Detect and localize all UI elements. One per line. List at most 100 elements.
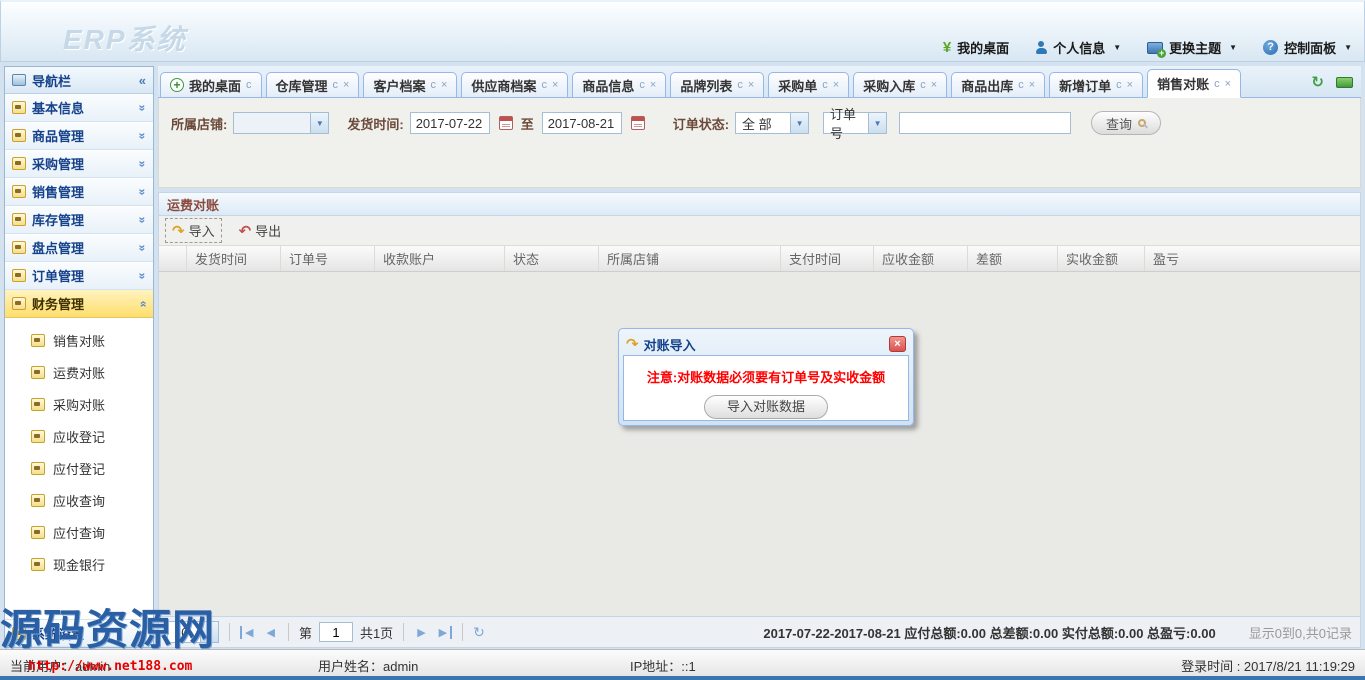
- tab-refresh-icon[interactable]: c: [822, 79, 828, 91]
- column-header-shop[interactable]: 所属店铺: [599, 246, 781, 271]
- help-icon: ?: [1263, 40, 1278, 55]
- tab-close-icon[interactable]: ×: [552, 79, 558, 91]
- sidebar-group-inventory-mgmt[interactable]: 库存管理 »: [5, 206, 153, 234]
- page-size-select[interactable]: 10 ▼: [167, 621, 219, 643]
- folder-icon: [12, 297, 26, 310]
- tab-close-icon[interactable]: ×: [343, 79, 349, 91]
- first-page-button[interactable]: ◀: [240, 626, 256, 639]
- theme-menu[interactable]: 更换主题 ▼: [1147, 38, 1237, 57]
- sidebar-group-purchase-mgmt[interactable]: 采购管理 »: [5, 150, 153, 178]
- import-data-button[interactable]: 导入对账数据: [704, 395, 828, 419]
- tab-refresh-icon[interactable]: c: [430, 79, 436, 91]
- date-from-input[interactable]: [410, 112, 490, 134]
- tab-close-icon[interactable]: ×: [1225, 78, 1231, 90]
- column-header-receivable-amount[interactable]: 应收金额: [874, 246, 968, 271]
- tab-customer-files[interactable]: 客户档案 c ×: [363, 72, 457, 98]
- tab-close-icon[interactable]: ×: [441, 79, 447, 91]
- tab-refresh-icon[interactable]: c: [920, 79, 926, 91]
- folder-icon: [12, 269, 26, 282]
- order-status-select[interactable]: 全 部 ▼: [735, 112, 809, 134]
- sidebar-item-receivable-register[interactable]: 应收登记: [5, 420, 153, 452]
- prev-page-button[interactable]: ◀: [263, 626, 277, 639]
- tab-new-order[interactable]: 新增订单 c ×: [1049, 72, 1143, 98]
- column-header-pay-time[interactable]: 支付时间: [781, 246, 874, 271]
- column-header-order-no[interactable]: 订单号: [281, 246, 375, 271]
- column-header-ship-date[interactable]: 发货时间: [187, 246, 281, 271]
- date-to-input[interactable]: [542, 112, 622, 134]
- sidebar-item-payable-query[interactable]: 应付查询: [5, 516, 153, 548]
- export-button[interactable]: ↶ 导出: [232, 218, 289, 243]
- chevron-down-icon[interactable]: ▼: [868, 113, 886, 133]
- dialog-header[interactable]: ↷ 对账导入 ×: [623, 333, 909, 355]
- sidebar-collapse-icon[interactable]: «: [139, 73, 146, 88]
- sidebar-item-payable-register[interactable]: 应付登记: [5, 452, 153, 484]
- tab-refresh-icon[interactable]: c: [333, 79, 339, 91]
- calendar-icon[interactable]: [631, 116, 645, 130]
- column-header-profit-loss[interactable]: 盈亏: [1145, 246, 1360, 271]
- tab-purchase-order[interactable]: 采购单 c ×: [768, 72, 849, 98]
- sidebar-group-system-settings[interactable]: 系统设置 »: [5, 619, 153, 647]
- chevron-down-icon[interactable]: ▼: [310, 113, 328, 133]
- reload-icon[interactable]: ↻: [473, 624, 485, 641]
- tab-my-desktop[interactable]: + 我的桌面 c: [160, 72, 262, 98]
- sidebar-item-sales-reconciliation[interactable]: 销售对账: [5, 324, 153, 356]
- sidebar-group-finance-mgmt[interactable]: 财务管理 »: [5, 290, 153, 318]
- tab-product-outbound[interactable]: 商品出库 c ×: [951, 72, 1045, 98]
- next-page-button[interactable]: ▶: [414, 626, 428, 639]
- sidebar-group-stocktake-mgmt[interactable]: 盘点管理 »: [5, 234, 153, 262]
- import-dialog: ↷ 对账导入 × 注意:对账数据必须要有订单号及实收金额 导入对账数据: [618, 328, 914, 426]
- sidebar-group-sales-mgmt[interactable]: 销售管理 »: [5, 178, 153, 206]
- close-icon[interactable]: ×: [889, 336, 906, 352]
- tab-supplier-files[interactable]: 供应商档案 c ×: [461, 72, 568, 98]
- my-desktop-link[interactable]: ¥ 我的桌面: [943, 38, 1009, 57]
- tab-close-icon[interactable]: ×: [931, 79, 937, 91]
- sidebar-group-order-mgmt[interactable]: 订单管理 »: [5, 262, 153, 290]
- header-menus: ¥ 我的桌面 个人信息 ▼ 更换主题 ▼ ? 控制面板 ▼: [943, 38, 1352, 57]
- sidebar-item-freight-reconciliation[interactable]: 运费对账: [5, 356, 153, 388]
- tab-refresh-icon[interactable]: c: [1018, 79, 1024, 91]
- sidebar-item-purchase-reconciliation[interactable]: 采购对账: [5, 388, 153, 420]
- tab-close-icon[interactable]: ×: [1029, 79, 1035, 91]
- report-icon: [31, 334, 45, 347]
- search-input[interactable]: [899, 112, 1071, 134]
- tab-close-icon[interactable]: ×: [650, 79, 656, 91]
- tab-refresh-icon[interactable]: c: [639, 79, 645, 91]
- column-header-received-amount[interactable]: 实收金额: [1058, 246, 1145, 271]
- tab-sales-reconciliation[interactable]: 销售对账 c ×: [1147, 69, 1241, 98]
- sidebar: 导航栏 « 基本信息 » 商品管理 » 采购管理 » 销售管理 » 库存管理 »…: [4, 66, 154, 648]
- tab-warehouse-mgmt[interactable]: 仓库管理 c ×: [266, 72, 360, 98]
- column-header-difference[interactable]: 差额: [968, 246, 1058, 271]
- sidebar-group-product-mgmt[interactable]: 商品管理 »: [5, 122, 153, 150]
- tab-refresh-icon[interactable]: c: [737, 79, 743, 91]
- profile-menu[interactable]: 个人信息 ▼: [1035, 38, 1121, 57]
- search-field-select[interactable]: 订单号 ▼: [823, 112, 887, 134]
- last-page-button[interactable]: ▶: [436, 626, 452, 639]
- tab-brand-list[interactable]: 品牌列表 c ×: [670, 72, 764, 98]
- page-number-input[interactable]: [319, 622, 353, 642]
- calendar-icon[interactable]: [499, 116, 513, 130]
- sidebar-item-cash-bank[interactable]: 现金银行: [5, 548, 153, 580]
- chevron-down-icon[interactable]: ▼: [790, 113, 808, 133]
- chevron-down-icon: »: [136, 244, 150, 251]
- tab-refresh-icon[interactable]: c: [1214, 78, 1220, 90]
- tab-product-info[interactable]: 商品信息 c ×: [572, 72, 666, 98]
- import-button[interactable]: ↷ 导入: [165, 218, 222, 243]
- tab-refresh-icon[interactable]: c: [541, 79, 547, 91]
- tab-close-icon[interactable]: ×: [748, 79, 754, 91]
- sidebar-group-basic-info[interactable]: 基本信息 »: [5, 94, 153, 122]
- chevron-down-icon: »: [136, 216, 150, 223]
- column-header-receive-account[interactable]: 收款账户: [375, 246, 505, 271]
- tab-purchase-inbound[interactable]: 采购入库 c ×: [853, 72, 947, 98]
- sidebar-item-receivable-query[interactable]: 应收查询: [5, 484, 153, 516]
- tab-close-icon[interactable]: ×: [833, 79, 839, 91]
- minimize-icon[interactable]: [1336, 77, 1353, 88]
- column-header-status[interactable]: 状态: [505, 246, 599, 271]
- shop-select[interactable]: ▼: [233, 112, 329, 134]
- query-button[interactable]: 查询: [1091, 111, 1161, 135]
- tab-refresh-icon[interactable]: c: [1116, 79, 1122, 91]
- refresh-all-icon[interactable]: ↻: [1311, 73, 1324, 91]
- tab-close-icon[interactable]: ×: [1127, 79, 1133, 91]
- chevron-down-icon[interactable]: ▼: [200, 622, 218, 642]
- control-panel-menu[interactable]: ? 控制面板 ▼: [1263, 38, 1352, 57]
- tab-refresh-icon[interactable]: c: [246, 79, 252, 91]
